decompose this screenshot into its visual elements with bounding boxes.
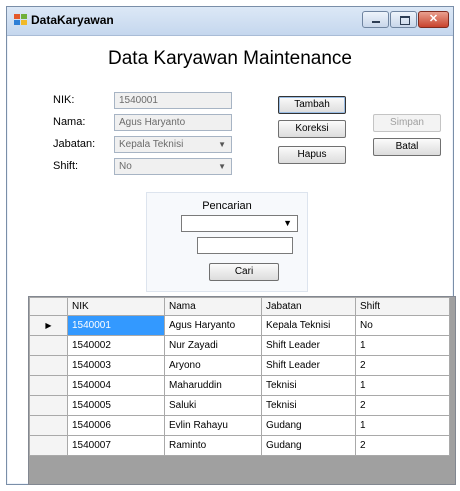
shift-value: No: [119, 161, 132, 172]
minimize-button[interactable]: [362, 11, 389, 28]
app-icon: [14, 14, 27, 26]
maximize-icon: [400, 16, 410, 25]
search-title: Pencarian: [202, 200, 252, 212]
cell-shift[interactable]: 1: [355, 375, 450, 396]
cell-nik[interactable]: 1540002: [67, 335, 165, 356]
cell-nama[interactable]: Maharuddin: [164, 375, 262, 396]
cell-shift[interactable]: 2: [355, 355, 450, 376]
close-icon: ✕: [428, 13, 439, 25]
table-row[interactable]: ▶ 1540001 Agus Haryanto Kepala Teknisi No: [29, 315, 450, 336]
grid-corner[interactable]: [29, 297, 68, 316]
cell-shift[interactable]: 1: [355, 415, 450, 436]
simpan-button[interactable]: Simpan: [373, 114, 441, 132]
search-input[interactable]: [197, 237, 293, 254]
row-header[interactable]: [29, 435, 68, 456]
column-header-nama[interactable]: Nama: [164, 297, 262, 316]
current-row-icon: ▶: [45, 321, 52, 330]
window-title: DataKaryawan: [31, 13, 114, 27]
employee-grid[interactable]: NIK Nama Jabatan Shift ▶ 1540001 Agus Hary…: [28, 296, 456, 485]
cell-shift[interactable]: 1: [355, 335, 450, 356]
row-header[interactable]: [29, 335, 68, 356]
row-header[interactable]: ▶: [29, 315, 68, 336]
cell-nama[interactable]: Evlin Rahayu: [164, 415, 262, 436]
search-dropdown[interactable]: ▼: [181, 215, 298, 232]
row-header[interactable]: [29, 395, 68, 416]
table-row[interactable]: 1540006 Evlin Rahayu Gudang 1: [29, 415, 450, 436]
hapus-button[interactable]: Hapus: [278, 146, 346, 164]
cell-nik[interactable]: 1540007: [67, 435, 165, 456]
batal-button[interactable]: Batal: [373, 138, 441, 156]
close-button[interactable]: ✕: [418, 11, 449, 28]
cell-nama[interactable]: Saluki: [164, 395, 262, 416]
table-row[interactable]: 1540004 Maharuddin Teknisi 1: [29, 375, 450, 396]
row-header[interactable]: [29, 415, 68, 436]
nama-field[interactable]: Agus Haryanto: [114, 114, 232, 131]
cell-nama[interactable]: Nur Zayadi: [164, 335, 262, 356]
cell-shift[interactable]: No: [355, 315, 450, 336]
cari-button[interactable]: Cari: [209, 263, 279, 281]
cell-jabatan[interactable]: Teknisi: [261, 395, 356, 416]
cell-nik[interactable]: 1540006: [67, 415, 165, 436]
row-header[interactable]: [29, 375, 68, 396]
table-header-row: NIK Nama Jabatan Shift: [29, 297, 450, 316]
cell-jabatan[interactable]: Kepala Teknisi: [261, 315, 356, 336]
nik-field[interactable]: 1540001: [114, 92, 232, 109]
chevron-down-icon: ▼: [218, 162, 226, 171]
nik-value: 1540001: [119, 95, 158, 106]
employee-table: NIK Nama Jabatan Shift ▶ 1540001 Agus Hary…: [29, 297, 450, 456]
chevron-down-icon: ▼: [283, 218, 292, 228]
cell-jabatan[interactable]: Shift Leader: [261, 355, 356, 376]
cell-nik[interactable]: 1540005: [67, 395, 165, 416]
jabatan-label: Jabatan:: [53, 138, 96, 150]
nik-label: NIK:: [53, 94, 75, 106]
cell-nama[interactable]: Agus Haryanto: [164, 315, 262, 336]
column-header-shift[interactable]: Shift: [355, 297, 450, 316]
nama-value: Agus Haryanto: [119, 117, 186, 128]
cell-nik[interactable]: 1540003: [67, 355, 165, 376]
table-row[interactable]: 1540003 Aryono Shift Leader 2: [29, 355, 450, 376]
cell-nik[interactable]: 1540004: [67, 375, 165, 396]
page-title: Data Karyawan Maintenance: [108, 48, 352, 69]
cell-jabatan[interactable]: Gudang: [261, 415, 356, 436]
tambah-button[interactable]: Tambah: [278, 96, 346, 114]
table-row[interactable]: 1540007 Raminto Gudang 2: [29, 435, 450, 456]
cell-nik[interactable]: 1540001: [67, 315, 165, 336]
jabatan-value: Kepala Teknisi: [119, 139, 184, 150]
title-bar[interactable]: DataKaryawan ✕: [7, 7, 453, 36]
table-row[interactable]: 1540002 Nur Zayadi Shift Leader 1: [29, 335, 450, 356]
minimize-icon: [372, 21, 380, 23]
cell-nama[interactable]: Aryono: [164, 355, 262, 376]
cell-jabatan[interactable]: Shift Leader: [261, 335, 356, 356]
maximize-button[interactable]: [390, 11, 417, 28]
cell-shift[interactable]: 2: [355, 435, 450, 456]
search-panel: Pencarian ▼ Cari: [146, 192, 308, 292]
shift-select[interactable]: No ▼: [114, 158, 232, 175]
jabatan-select[interactable]: Kepala Teknisi ▼: [114, 136, 232, 153]
column-header-nik[interactable]: NIK: [67, 297, 165, 316]
cell-nama[interactable]: Raminto: [164, 435, 262, 456]
koreksi-button[interactable]: Koreksi: [278, 120, 346, 138]
nama-label: Nama:: [53, 116, 86, 128]
cell-shift[interactable]: 2: [355, 395, 450, 416]
column-header-jabatan[interactable]: Jabatan: [261, 297, 356, 316]
main-window: DataKaryawan ✕ Data Karyawan Maintenance…: [6, 6, 456, 485]
shift-label: Shift:: [53, 160, 79, 172]
form-client-area: Data Karyawan Maintenance NIK: 1540001 N…: [8, 36, 456, 485]
row-header[interactable]: [29, 355, 68, 376]
chevron-down-icon: ▼: [218, 140, 226, 149]
cell-jabatan[interactable]: Gudang: [261, 435, 356, 456]
table-row[interactable]: 1540005 Saluki Teknisi 2: [29, 395, 450, 416]
cell-jabatan[interactable]: Teknisi: [261, 375, 356, 396]
